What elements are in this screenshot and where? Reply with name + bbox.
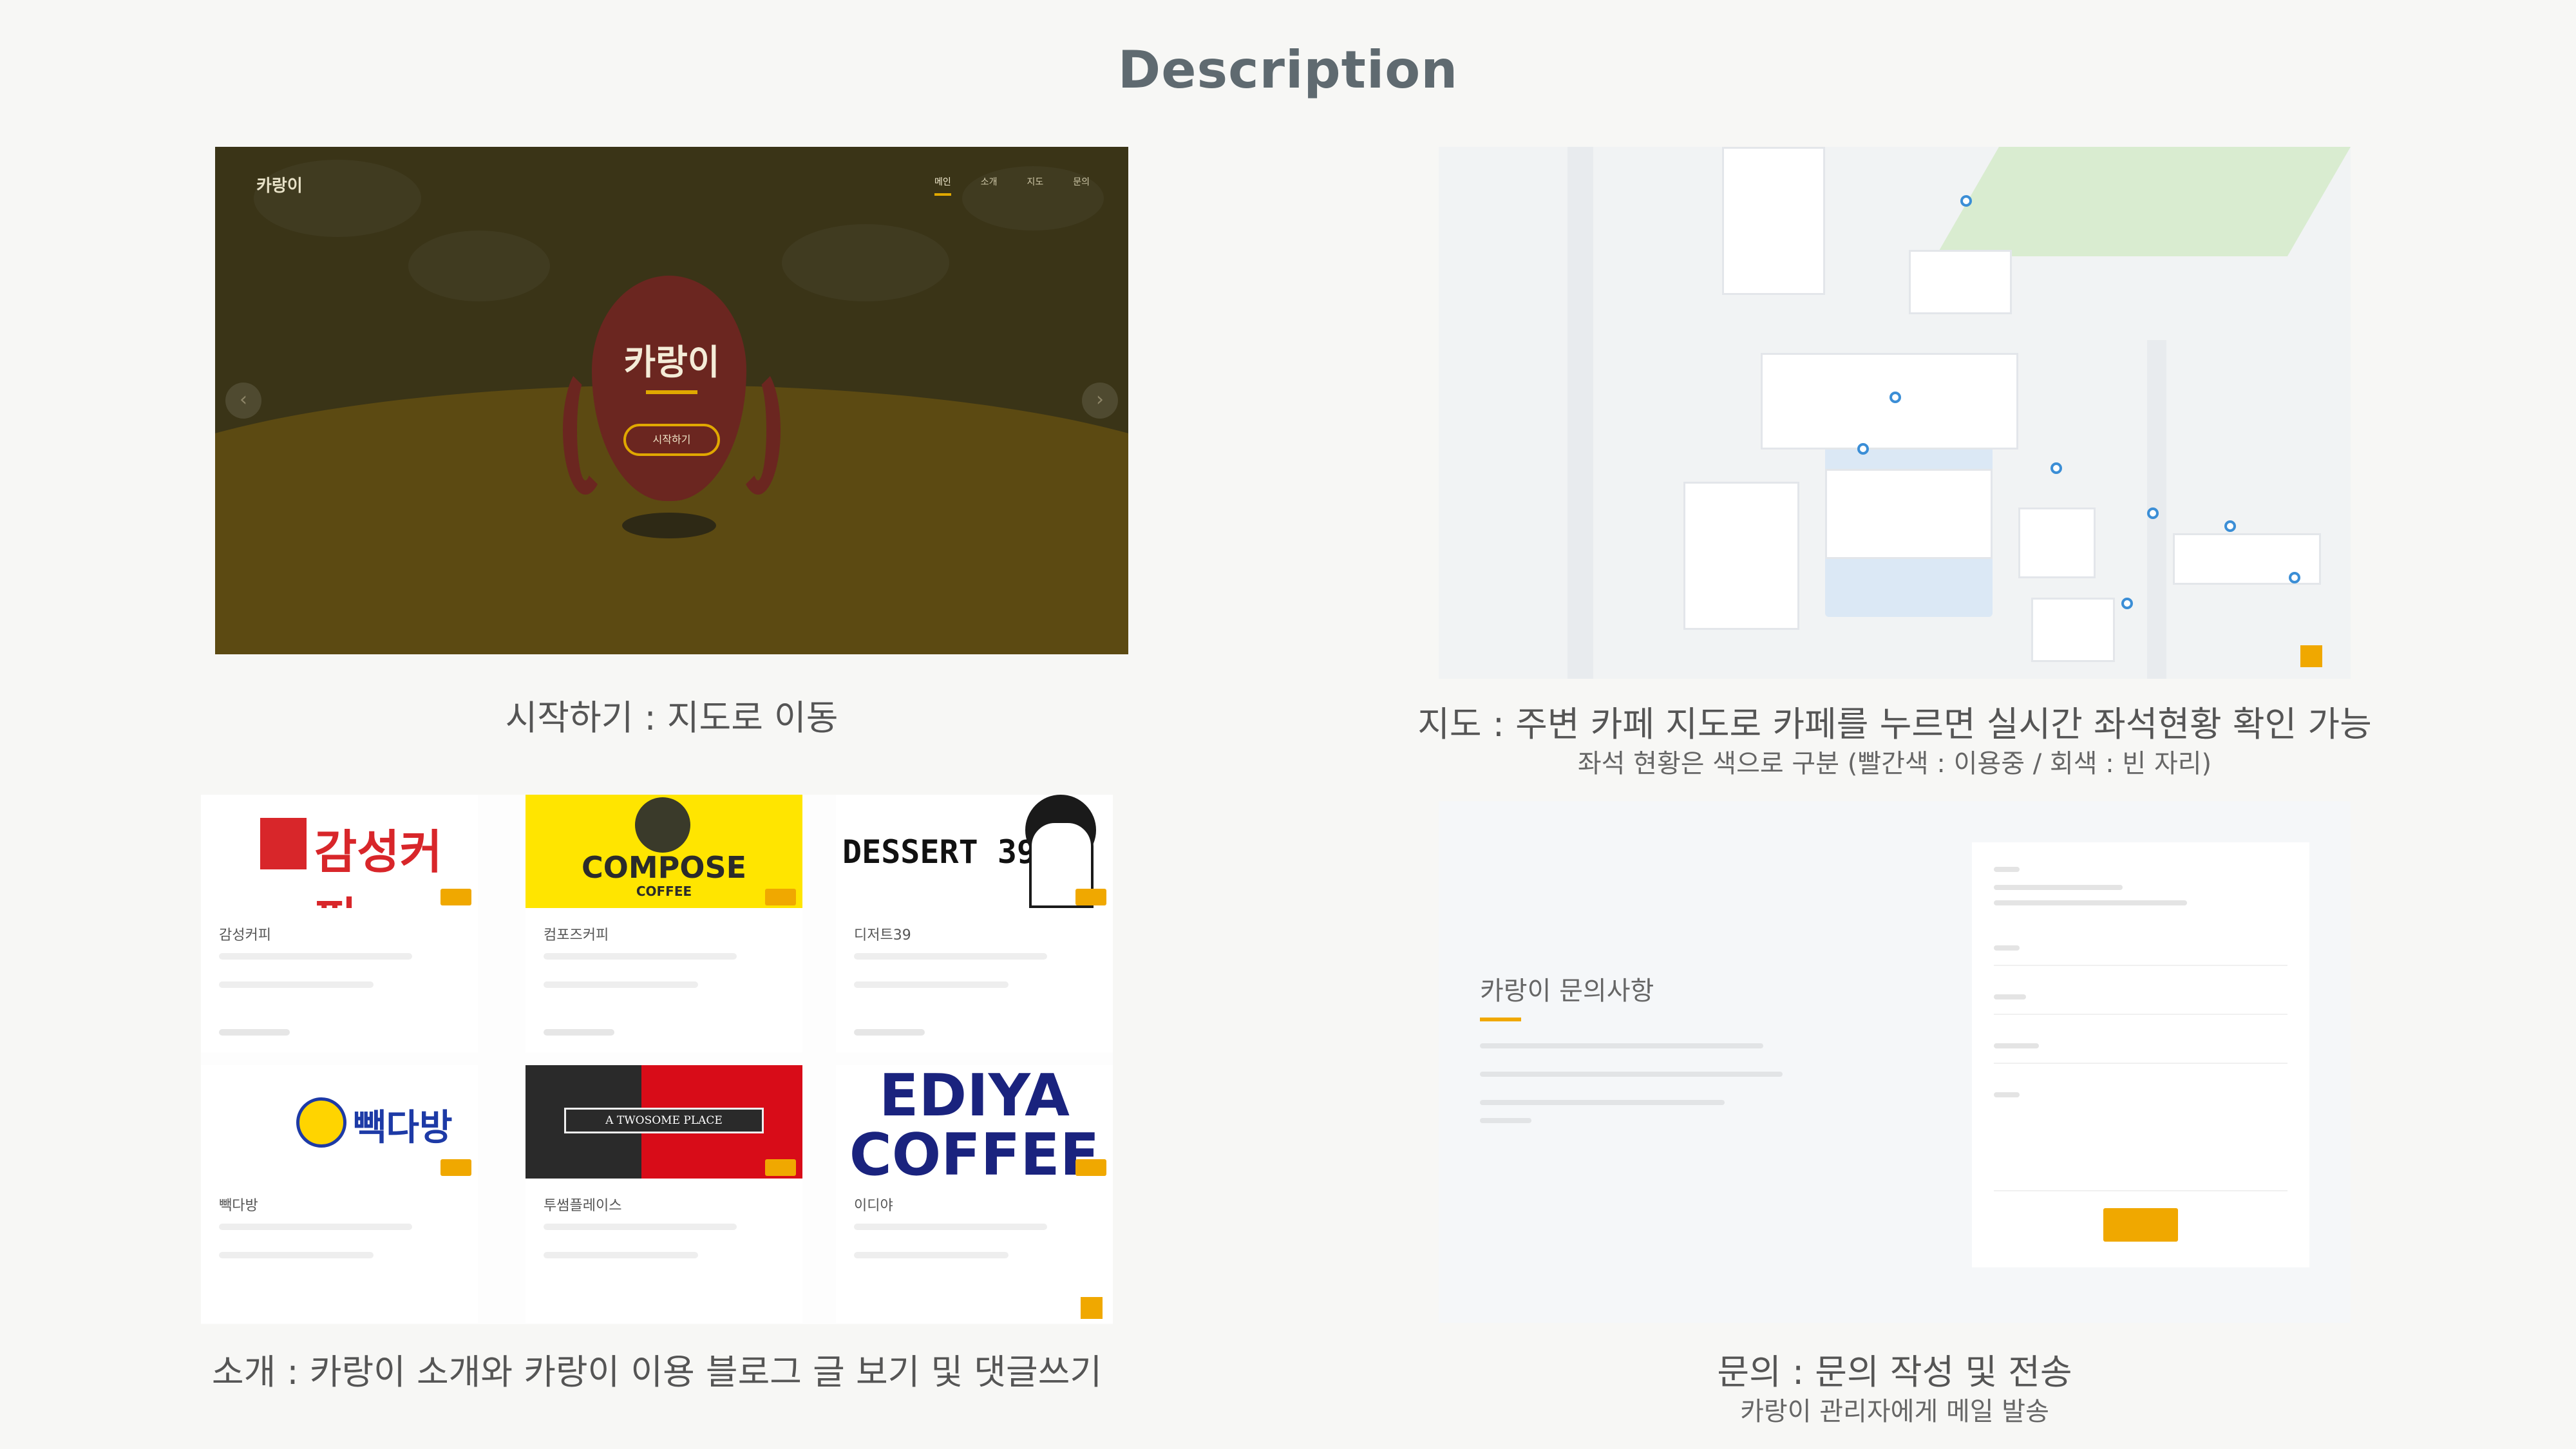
nav-item-map[interactable]: 지도 (1027, 175, 1043, 196)
read-more-link[interactable] (854, 1029, 925, 1036)
phone-field[interactable] (1994, 1043, 2039, 1048)
brand-mark-icon (260, 818, 307, 869)
cafe-list-preview: 감성커피 감성커피 COMPOSE COFFEE 컴포즈커피 DESSERT 3… (201, 795, 1113, 1324)
nav-item-inquiry[interactable]: 문의 (1073, 175, 1090, 196)
cafe-name: 투썸플레이스 (544, 1198, 622, 1214)
park-area (1935, 147, 2351, 256)
send-button[interactable] (2103, 1208, 2178, 1242)
cafe-name: 빽다방 (219, 1198, 258, 1214)
cafe-thumbnail: 빽다방 (201, 1065, 478, 1179)
nav-item-main[interactable]: 메인 (934, 175, 951, 196)
cafe-thumbnail: DESSERT 39 (836, 795, 1113, 908)
hero-underline (646, 390, 697, 394)
chevron-right-icon[interactable]: › (1082, 383, 1118, 419)
cafe-card[interactable]: 감성커피 감성커피 (201, 795, 478, 1052)
cafe-thumbnail: 감성커피 (201, 795, 478, 908)
inquiry-caption-text: 문의 : 문의 작성 및 전송 (1717, 1352, 2072, 1392)
top-nav: 메인 소개 지도 문의 (934, 175, 1090, 196)
map-caption-text: 지도 : 주변 카페 지도로 카페를 누르면 실시간 좌석현황 확인 가능 (1417, 704, 2372, 744)
nav-item-about[interactable]: 소개 (981, 175, 998, 196)
paik-face-icon (296, 1097, 346, 1148)
page-title: Description (1117, 40, 1459, 100)
email-field[interactable] (1994, 994, 2026, 999)
inquiry-preview: 카랑이 문의사항 (1439, 801, 2351, 1323)
cafe-name: 디저트39 (854, 927, 911, 943)
cafe-logo-text: COMPOSE (581, 850, 746, 885)
cafe-name: 이디야 (854, 1198, 893, 1214)
cafe-card[interactable]: COMPOSE COFFEE 컴포즈커피 (526, 795, 802, 1052)
read-more-link[interactable] (219, 1029, 290, 1036)
status-badge (440, 889, 471, 905)
status-badge (1075, 889, 1106, 905)
inquiry-subcaption-text: 카랑이 관리자에게 메일 발송 (1740, 1397, 2049, 1426)
status-badge (765, 889, 796, 905)
cafe-card[interactable]: EDIYA COFFEE 이디야 (836, 1065, 1113, 1323)
read-more-link[interactable] (544, 1029, 614, 1036)
map-pin-icon[interactable] (2121, 598, 2133, 609)
chevron-left-icon[interactable]: ‹ (225, 383, 261, 419)
map-pin-icon[interactable] (2050, 462, 2062, 474)
cafe-logo-text: DESSERT 39 (842, 833, 1037, 871)
cafe-card[interactable]: A TWOSOME PLACE 투썸플레이스 (526, 1065, 802, 1323)
map-pin-icon[interactable] (1857, 443, 1869, 455)
compose-emblem-icon (635, 797, 690, 853)
cafe-name: 컴포즈커피 (544, 927, 609, 943)
cafe-logo-text: 빽다방 (353, 1107, 453, 1149)
map-pin-icon[interactable] (1960, 195, 1972, 207)
map-caption: 지도 : 주변 카페 지도로 카페를 누르면 실시간 좌석현황 확인 가능 좌석… (1352, 702, 2437, 781)
cafe-thumbnail: COMPOSE COFFEE (526, 795, 802, 908)
map-pin-icon[interactable] (2289, 572, 2300, 583)
inquiry-form (1972, 842, 2309, 1267)
status-badge (765, 1159, 796, 1176)
status-badge (440, 1159, 471, 1176)
message-field[interactable] (1994, 1092, 2020, 1097)
map-pin-icon[interactable] (2147, 507, 2159, 519)
brand-logo[interactable]: 카랑이 (256, 173, 303, 196)
cafe-logo-text: EDIYA (879, 1065, 1070, 1130)
cafe-logo-subtext: COFFEE (636, 884, 692, 899)
map-subcaption-text: 좌석 현황은 색으로 구분 (빨간색 : 이용중 / 회색 : 빈 자리) (1577, 749, 2212, 779)
cafe-card[interactable]: 빽다방 빽다방 (201, 1065, 478, 1323)
map-action-button[interactable] (2300, 645, 2322, 667)
mascot-shadow (622, 513, 716, 538)
map-pin-icon[interactable] (1889, 392, 1901, 403)
scroll-top-button[interactable] (1081, 1297, 1103, 1319)
map-preview[interactable] (1439, 147, 2351, 679)
cafe-caption: 소개 : 카랑이 소개와 카랑이 이용 블로그 글 보기 및 댓글쓰기 (201, 1350, 1113, 1395)
map-pin-icon[interactable] (2224, 520, 2236, 532)
cafe-caption-text: 소개 : 카랑이 소개와 카랑이 이용 블로그 글 보기 및 댓글쓰기 (211, 1352, 1103, 1392)
start-screen-preview: 카랑이 메인 소개 지도 문의 ‹ › 카랑이 시작하기 (215, 147, 1128, 654)
name-field[interactable] (1994, 945, 2020, 951)
cafe-thumbnail: A TWOSOME PLACE (526, 1065, 802, 1179)
start-button[interactable]: 시작하기 (623, 424, 720, 456)
cafe-logo-text: A TWOSOME PLACE (564, 1108, 764, 1133)
start-caption-text: 시작하기 : 지도로 이동 (505, 697, 838, 738)
cafe-thumbnail: EDIYA COFFEE (836, 1065, 1113, 1179)
inquiry-title-underline (1480, 1018, 1521, 1021)
status-badge (1075, 1159, 1106, 1176)
cafe-logo-subtext: COFFEE (849, 1121, 1100, 1179)
inquiry-caption: 문의 : 문의 작성 및 전송 카랑이 관리자에게 메일 발송 (1439, 1350, 2351, 1428)
inquiry-title: 카랑이 문의사항 (1480, 976, 1654, 1006)
start-caption: 시작하기 : 지도로 이동 (215, 696, 1128, 741)
hero-logo-text: 카랑이 (623, 342, 720, 383)
cafe-card[interactable]: DESSERT 39 디저트39 (836, 795, 1113, 1052)
cafe-name: 감성커피 (219, 927, 271, 943)
